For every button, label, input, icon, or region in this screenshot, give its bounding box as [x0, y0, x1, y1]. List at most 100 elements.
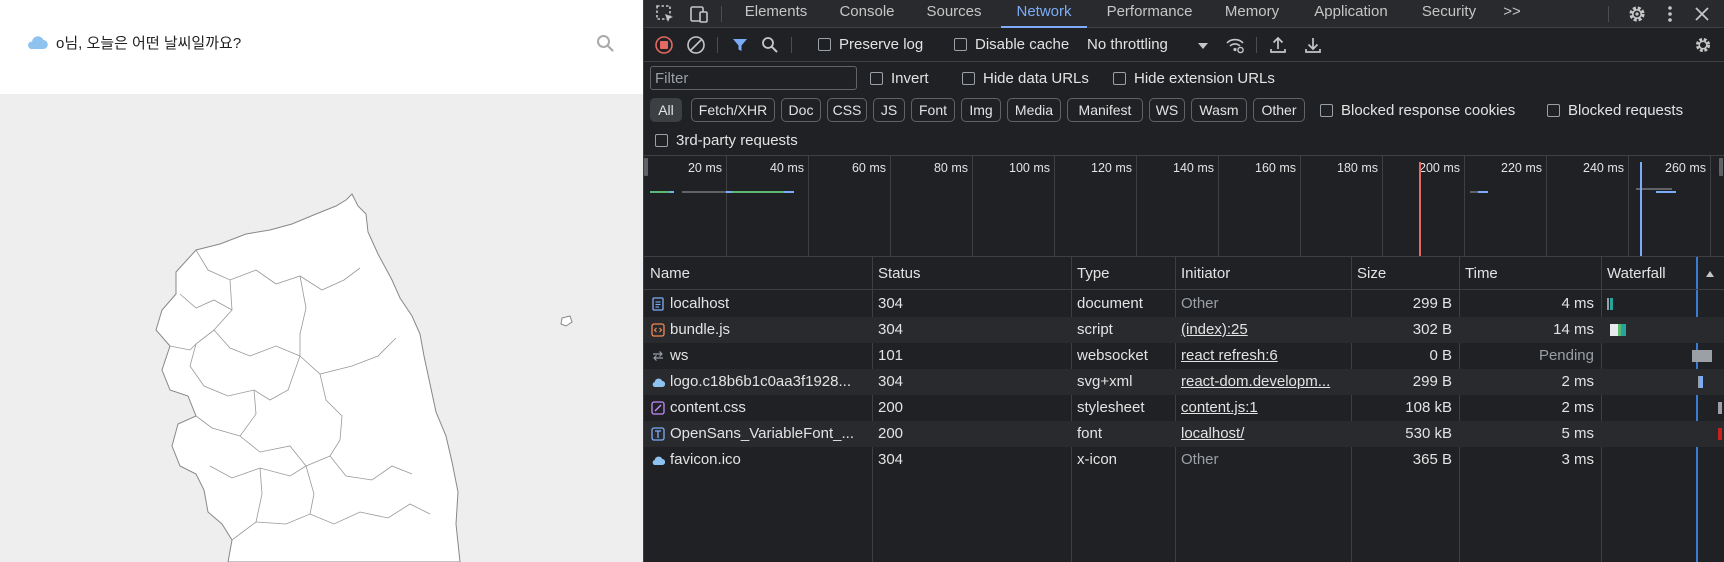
- column-header-time[interactable]: Time: [1459, 257, 1601, 290]
- overview-bar: [650, 191, 670, 193]
- dom-content-loaded-marker: [1640, 162, 1642, 256]
- waterfall-bar: [1718, 428, 1722, 440]
- close-devtools-icon[interactable]: [1691, 3, 1713, 25]
- table-row[interactable]: bundle.js 304 script (index):25 302 B 14 ms: [644, 317, 1724, 343]
- network-filter-bar: Invert Hide data URLs Hide extension URL…: [644, 62, 1724, 156]
- filter-chip-img[interactable]: Img: [961, 98, 1001, 122]
- tick-label: 40 ms: [769, 161, 804, 175]
- filter-input[interactable]: [650, 66, 857, 90]
- settings-gear-icon[interactable]: [1626, 3, 1648, 25]
- inspect-element-icon[interactable]: [654, 3, 676, 25]
- third-party-requests-checkbox[interactable]: [655, 134, 668, 147]
- filter-chip-font[interactable]: Font: [911, 98, 955, 122]
- search-icon[interactable]: [596, 34, 614, 52]
- preserve-log-checkbox[interactable]: [818, 38, 831, 51]
- cell-name: ws: [670, 347, 689, 364]
- korea-map[interactable]: [0, 94, 643, 562]
- tab-elements[interactable]: Elements: [733, 0, 819, 28]
- tab-console[interactable]: Console: [827, 0, 907, 28]
- export-har-icon[interactable]: [1303, 35, 1323, 55]
- stylesheet-icon: [651, 401, 665, 415]
- cell-type: document: [1077, 295, 1143, 312]
- column-header-size[interactable]: Size: [1351, 257, 1459, 290]
- cell-initiator[interactable]: react-dom.developm...: [1181, 369, 1347, 395]
- column-header-name[interactable]: Name: [644, 257, 872, 290]
- filter-chip-other[interactable]: Other: [1253, 98, 1305, 122]
- more-tabs-button[interactable]: >>: [1500, 0, 1524, 28]
- filter-chip-wasm[interactable]: Wasm: [1191, 98, 1247, 122]
- clear-icon[interactable]: [686, 35, 706, 55]
- table-row[interactable]: ws 101 websocket react refresh:6 0 B Pending: [644, 343, 1724, 369]
- hide-extension-urls-checkbox[interactable]: [1113, 72, 1126, 85]
- cell-initiator[interactable]: react refresh:6: [1181, 343, 1347, 369]
- korea-map-outline: [155, 193, 573, 562]
- tab-performance[interactable]: Performance: [1096, 0, 1203, 28]
- disable-cache-checkbox[interactable]: [954, 38, 967, 51]
- hide-extension-urls-label: Hide extension URLs: [1134, 70, 1275, 87]
- tab-memory[interactable]: Memory: [1212, 0, 1292, 28]
- more-options-icon[interactable]: [1659, 3, 1681, 25]
- chevron-down-icon[interactable]: [1193, 36, 1213, 56]
- throttling-select[interactable]: No throttling: [1087, 36, 1168, 53]
- table-row[interactable]: favicon.ico 304 x-icon Other 365 B 3 ms: [644, 447, 1724, 473]
- filter-chip-css[interactable]: CSS: [827, 98, 867, 122]
- cell-size: 108 kB: [1405, 399, 1452, 416]
- tab-network[interactable]: Network: [1001, 0, 1087, 28]
- cell-initiator[interactable]: localhost/: [1181, 421, 1347, 447]
- cell-initiator: Other: [1181, 451, 1219, 468]
- waterfall-bar: [1610, 324, 1618, 336]
- cell-type: stylesheet: [1077, 399, 1145, 416]
- network-overview-timeline[interactable]: 20 ms 40 ms 60 ms 80 ms 100 ms 120 ms 14…: [644, 156, 1724, 257]
- waterfall-bar: [1610, 298, 1613, 310]
- record-stop-icon[interactable]: [654, 35, 674, 55]
- cell-type: script: [1077, 321, 1113, 338]
- sort-ascending-icon[interactable]: [1705, 269, 1715, 279]
- tab-security[interactable]: Security: [1410, 0, 1488, 28]
- cell-initiator[interactable]: content.js:1: [1181, 395, 1347, 421]
- device-toolbar-icon[interactable]: [688, 3, 710, 25]
- hide-data-urls-checkbox[interactable]: [962, 72, 975, 85]
- table-row[interactable]: logo.c18b6b1c0aa3f1928... 304 svg+xml react…: [644, 369, 1724, 395]
- column-header-type[interactable]: Type: [1071, 257, 1175, 290]
- title-text: 님, 오늘은 어떤 날씨일까요?: [64, 35, 242, 52]
- grid-line: [1300, 156, 1301, 256]
- overview-right-handle[interactable]: [1719, 158, 1723, 176]
- filter-chip-ws[interactable]: WS: [1149, 98, 1185, 122]
- filter-chip-media[interactable]: Media: [1007, 98, 1061, 122]
- cell-time: 2 ms: [1561, 373, 1594, 390]
- table-row[interactable]: OpenSans_VariableFont_... 200 font localhos…: [644, 421, 1724, 447]
- tick-label: 140 ms: [1173, 161, 1214, 175]
- overview-left-handle[interactable]: [644, 158, 648, 176]
- table-row[interactable]: content.css 200 stylesheet content.js:1 108 …: [644, 395, 1724, 421]
- invert-checkbox[interactable]: [870, 72, 883, 85]
- filter-chip-doc[interactable]: Doc: [781, 98, 821, 122]
- load-event-marker: [1419, 162, 1421, 256]
- grid-line: [1546, 156, 1547, 256]
- cell-type: svg+xml: [1077, 373, 1133, 390]
- tab-sources[interactable]: Sources: [916, 0, 992, 28]
- filter-chip-all[interactable]: All: [650, 98, 682, 122]
- filter-chip-fetch-xhr[interactable]: Fetch/XHR: [691, 98, 775, 122]
- network-settings-gear-icon[interactable]: [1693, 35, 1713, 55]
- overview-bar: [1656, 191, 1676, 193]
- blocked-requests-checkbox[interactable]: [1547, 104, 1560, 117]
- table-row[interactable]: localhost 304 document Other 299 B 4 ms: [644, 291, 1724, 317]
- search-icon[interactable]: [760, 35, 780, 55]
- cell-name: bundle.js: [670, 321, 731, 338]
- column-header-status[interactable]: Status: [872, 257, 1071, 290]
- image-icon: [652, 378, 665, 388]
- import-har-icon[interactable]: [1268, 35, 1288, 55]
- waterfall-bar: [1700, 376, 1703, 388]
- network-conditions-icon[interactable]: [1225, 35, 1245, 55]
- cell-initiator[interactable]: (index):25: [1181, 317, 1347, 343]
- filter-chip-js[interactable]: JS: [873, 98, 905, 122]
- cell-time: 4 ms: [1561, 295, 1594, 312]
- cell-time: Pending: [1538, 347, 1594, 364]
- tab-application[interactable]: Application: [1301, 0, 1401, 28]
- filter-funnel-icon[interactable]: [730, 35, 750, 55]
- column-header-waterfall[interactable]: Waterfall: [1601, 257, 1701, 290]
- column-header-initiator[interactable]: Initiator: [1175, 257, 1351, 290]
- blocked-response-cookies-checkbox[interactable]: [1320, 104, 1333, 117]
- cell-name: favicon.ico: [670, 451, 741, 468]
- filter-chip-manifest[interactable]: Manifest: [1067, 98, 1143, 122]
